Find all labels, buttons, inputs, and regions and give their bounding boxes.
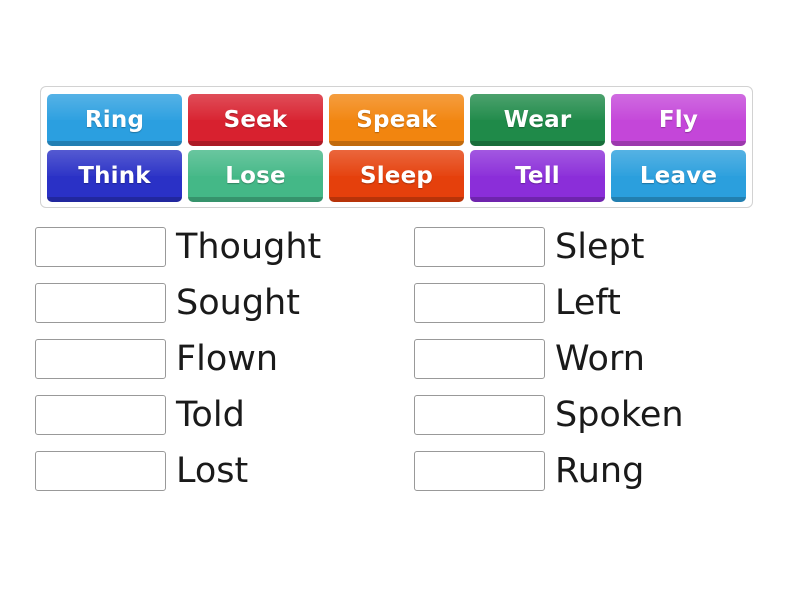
drop-box-rung[interactable] xyxy=(414,451,545,491)
answer-row: Flown xyxy=(35,339,321,379)
tile-leave[interactable]: Leave xyxy=(611,150,746,202)
tile-lose[interactable]: Lose xyxy=(188,150,323,202)
tile-fly[interactable]: Fly xyxy=(611,94,746,146)
answer-row: Lost xyxy=(35,451,321,491)
answer-label: Left xyxy=(555,283,621,323)
answer-row: Spoken xyxy=(414,395,684,435)
tile-label: Speak xyxy=(356,107,437,133)
drop-box-told[interactable] xyxy=(35,395,166,435)
answer-row: Left xyxy=(414,283,684,323)
tile-label: Tell xyxy=(515,163,560,189)
drop-box-lost[interactable] xyxy=(35,451,166,491)
answer-label: Worn xyxy=(555,339,645,379)
tile-label: Sleep xyxy=(359,163,434,189)
answer-label: Slept xyxy=(555,227,645,267)
tile-label: Ring xyxy=(84,107,145,133)
tile-label: Wear xyxy=(503,107,572,133)
drop-box-worn[interactable] xyxy=(414,339,545,379)
tile-row-2: Think Lose Sleep Tell Leave xyxy=(47,150,746,202)
answer-column-right: Slept Left Worn Spoken Rung xyxy=(414,227,684,491)
answer-row: Slept xyxy=(414,227,684,267)
answer-column-left: Thought Sought Flown Told Lost xyxy=(35,227,321,491)
tile-tray: Ring Seek Speak Wear Fly Think Lose Slee… xyxy=(40,86,753,208)
tile-label: Fly xyxy=(658,107,699,133)
answer-row: Rung xyxy=(414,451,684,491)
tile-label: Lose xyxy=(225,163,286,189)
tile-label: Leave xyxy=(639,163,718,189)
tile-think[interactable]: Think xyxy=(47,150,182,202)
answer-row: Sought xyxy=(35,283,321,323)
answer-label: Rung xyxy=(555,451,645,491)
tile-seek[interactable]: Seek xyxy=(188,94,323,146)
tile-sleep[interactable]: Sleep xyxy=(329,150,464,202)
tile-wear[interactable]: Wear xyxy=(470,94,605,146)
answer-label: Flown xyxy=(176,339,279,379)
answer-row: Told xyxy=(35,395,321,435)
answer-label: Thought xyxy=(176,227,322,267)
answer-row: Thought xyxy=(35,227,321,267)
tile-tell[interactable]: Tell xyxy=(470,150,605,202)
answer-row: Worn xyxy=(414,339,684,379)
tile-row-1: Ring Seek Speak Wear Fly xyxy=(47,94,746,146)
answer-label: Lost xyxy=(176,451,249,491)
drop-box-sought[interactable] xyxy=(35,283,166,323)
drop-box-thought[interactable] xyxy=(35,227,166,267)
answer-label: Spoken xyxy=(555,395,684,435)
answer-label: Sought xyxy=(176,283,300,323)
tile-speak[interactable]: Speak xyxy=(329,94,464,146)
drop-box-spoken[interactable] xyxy=(414,395,545,435)
tile-ring[interactable]: Ring xyxy=(47,94,182,146)
answer-label: Told xyxy=(176,395,245,435)
tile-label: Think xyxy=(78,163,151,189)
drop-box-left[interactable] xyxy=(414,283,545,323)
drop-box-slept[interactable] xyxy=(414,227,545,267)
tile-label: Seek xyxy=(223,107,288,133)
drop-box-flown[interactable] xyxy=(35,339,166,379)
